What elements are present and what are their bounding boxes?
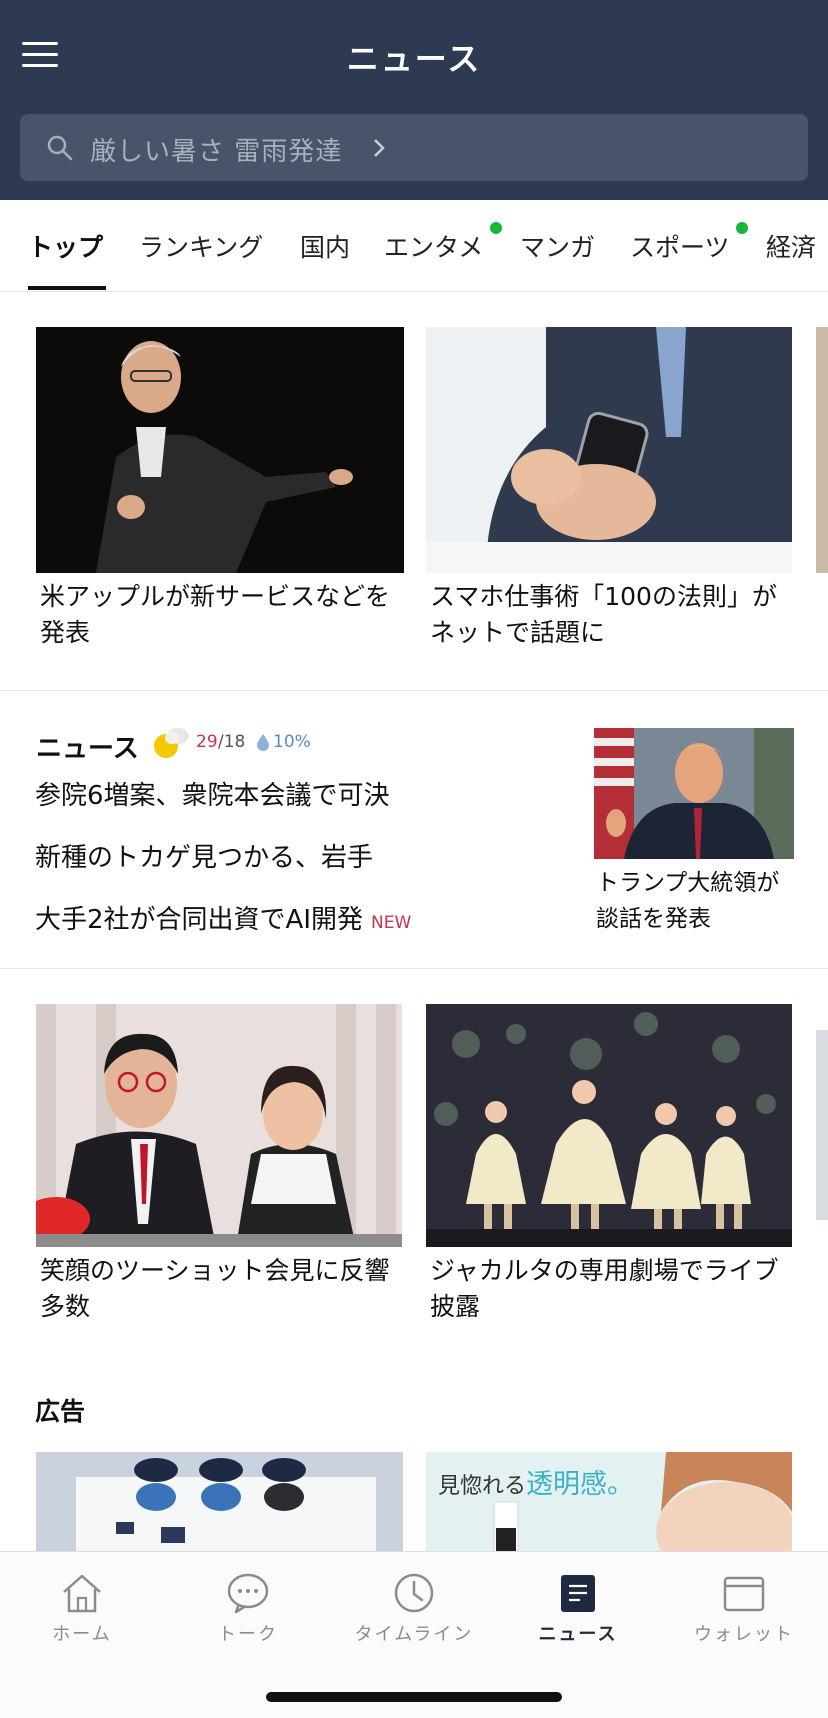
news-caption: スマホ仕事術「100の法則」がネットで話題に xyxy=(430,582,777,647)
search-query-text: 厳しい暑さ 雷雨発達 xyxy=(90,137,343,167)
ad-card[interactable]: 見惚れる透明感。 xyxy=(426,1452,792,1552)
home-indicator[interactable] xyxy=(266,1692,562,1702)
news-card[interactable]: スマホ仕事術「100の法則」がネットで話題に xyxy=(426,327,792,651)
nav-talk[interactable]: トーク xyxy=(178,1572,318,1646)
sun-cloud-icon xyxy=(154,728,189,758)
tab-manga[interactable]: マンガ xyxy=(520,228,595,264)
section-divider xyxy=(0,690,828,691)
nav-timeline[interactable]: タイムライン xyxy=(344,1572,484,1646)
temperature-high: 29 xyxy=(196,732,218,752)
search-icon xyxy=(47,135,73,161)
active-tab-indicator xyxy=(28,286,106,290)
news-photo xyxy=(816,1030,828,1220)
news-card[interactable]: ジャカルタの専用劇場でライブ披露 xyxy=(426,1004,792,1325)
chevron-right-icon xyxy=(374,139,385,157)
ad-copy: 見惚れる透明感。 xyxy=(438,1462,634,1501)
ad-card[interactable] xyxy=(36,1452,403,1552)
wallet-icon xyxy=(723,1576,765,1612)
ad-copy-text: 見惚れる xyxy=(438,1474,527,1499)
news-photo xyxy=(426,1004,792,1247)
news-photo xyxy=(816,327,828,573)
new-dot-sports xyxy=(736,222,748,234)
clock-icon xyxy=(394,1573,434,1613)
chat-icon xyxy=(227,1573,269,1614)
page-title: ニュース xyxy=(346,40,482,78)
news-photo xyxy=(594,728,794,859)
news-card[interactable]: 笑顔のツーショット会見に反響多数 xyxy=(36,1004,402,1325)
tab-ranking[interactable]: ランキング xyxy=(139,228,263,264)
app-header: ニュース 厳しい暑さ 雷雨発達 xyxy=(0,0,828,200)
headline-link[interactable]: 新種のトカゲ見つかる、岩手 xyxy=(35,837,373,874)
nav-label: タイムライン xyxy=(354,1624,474,1645)
nav-label: ホーム xyxy=(52,1624,112,1645)
ad-image: 見惚れる透明感。 xyxy=(426,1452,792,1552)
tab-economy[interactable]: 経済 xyxy=(766,228,816,264)
news-card-peek[interactable] xyxy=(816,1030,828,1220)
tab-entame[interactable]: エンタメ xyxy=(384,228,483,264)
new-badge: NEW xyxy=(371,913,412,933)
nav-news[interactable]: ニュース xyxy=(508,1572,648,1646)
headline-link[interactable]: 大手2社が合同出資でAI開発 NEW xyxy=(35,899,411,936)
side-news-card[interactable]: トランプ大統領が談話を発表 xyxy=(594,728,794,937)
ad-copy-accent: 透明感。 xyxy=(526,1469,635,1500)
raindrop-icon xyxy=(257,734,269,751)
news-caption: 米アップルが新サービスなどを発表 xyxy=(40,582,391,647)
news-caption: ジャカルタの専用劇場でライブ披露 xyxy=(430,1256,779,1321)
nav-label: ニュース xyxy=(538,1624,618,1645)
temperature-low: /18 xyxy=(218,732,246,752)
news-card[interactable]: 米アップルが新サービスなどを発表 xyxy=(36,327,404,651)
news-photo xyxy=(426,327,792,573)
tab-domestic[interactable]: 国内 xyxy=(300,228,350,264)
tab-sports[interactable]: スポーツ xyxy=(630,228,730,264)
headline-link[interactable]: 参院6増案、衆院本会議で可決 xyxy=(35,775,390,812)
news-caption: トランプ大統領が談話を発表 xyxy=(596,870,780,932)
nav-home[interactable]: ホーム xyxy=(12,1572,152,1646)
news-section-heading: ニュース xyxy=(36,734,139,764)
news-card-peek[interactable] xyxy=(816,327,828,573)
ad-image xyxy=(36,1452,403,1552)
category-tabs: トップ ランキング 国内 エンタメ マンガ スポーツ 経済 xyxy=(0,200,828,292)
search-input[interactable]: 厳しい暑さ 雷雨発達 xyxy=(20,114,808,181)
new-dot-entame xyxy=(490,222,502,234)
section-divider xyxy=(0,968,828,969)
tab-top[interactable]: トップ xyxy=(28,228,103,264)
nav-label: ウォレット xyxy=(694,1624,794,1645)
ad-section-label: 広告 xyxy=(35,1397,86,1426)
home-icon xyxy=(63,1574,101,1613)
news-photo xyxy=(36,327,404,573)
headline-text: 大手2社が合同出資でAI開発 xyxy=(35,905,363,935)
news-photo xyxy=(36,1004,402,1247)
nav-label: トーク xyxy=(218,1624,278,1645)
nav-wallet[interactable]: ウォレット xyxy=(674,1572,814,1646)
rain-probability: 10% xyxy=(273,732,311,752)
news-icon xyxy=(561,1575,595,1612)
news-caption: 笑顔のツーショット会見に反響多数 xyxy=(40,1256,390,1321)
